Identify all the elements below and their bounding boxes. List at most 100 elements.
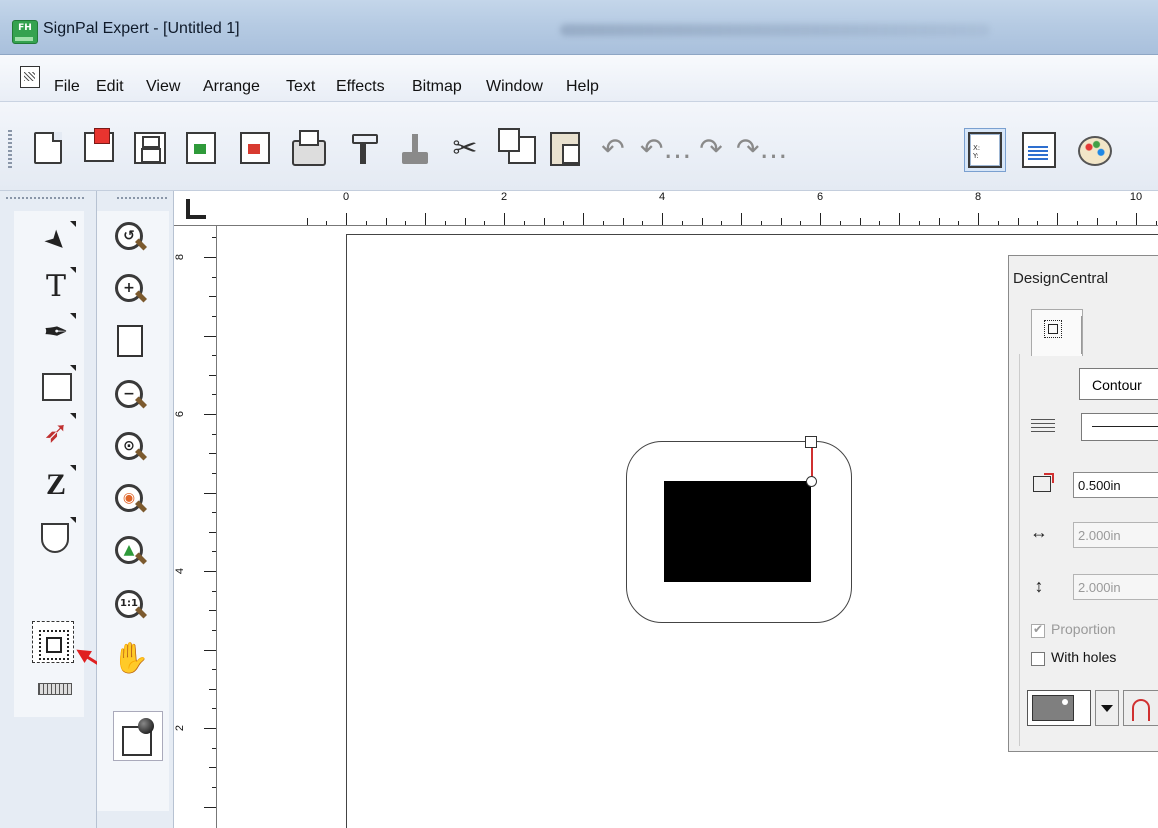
ruler-tick [1155,221,1157,225]
document-menu-icon[interactable] [20,66,40,88]
open-icon[interactable] [84,128,114,162]
redo-icon[interactable]: ↷ [694,132,728,166]
ruler-tick [212,551,216,553]
redo-multiple-icon[interactable]: ↷… [736,132,787,166]
tool-column-grip[interactable] [6,197,86,199]
with-holes-checkbox[interactable] [1031,652,1045,666]
zoom-object-icon[interactable]: ▲ [111,533,151,573]
ruler-tick [1136,213,1137,225]
zoom-in-icon[interactable]: + [111,271,151,311]
ruler-tick [212,669,216,671]
proportional-label: Proportion [1051,621,1116,637]
ruler-tick [583,213,584,225]
copy-icon[interactable] [498,128,536,164]
app-icon: FH [12,20,38,44]
zoom-page-icon[interactable] [111,321,151,361]
contour-mode-dropdown[interactable]: Contour [1079,368,1158,400]
zoom-all-icon[interactable]: ⊙ [111,429,151,469]
zoom-out-icon[interactable]: − [111,377,151,417]
selected-rectangle[interactable] [664,481,811,582]
ruler-tick [209,610,216,612]
vertical-ruler[interactable]: 8 6 4 2 [174,226,217,828]
ruler-tick [212,237,216,239]
ruler-label: 6 [174,410,187,418]
ruler-label: 2 [174,724,187,732]
main-toolbar: ✂ ↶ ↶… ↷ ↷… [0,102,1158,191]
contour-color-swatch[interactable] [1027,690,1091,726]
xyz-icon[interactable] [968,132,1002,168]
paste-icon[interactable] [550,132,580,166]
menu-view[interactable]: View [146,78,180,96]
save-icon[interactable] [134,132,166,164]
menu-help[interactable]: Help [566,78,599,96]
zigzag-icon[interactable]: Z [36,465,76,505]
ruler-tick [681,221,683,225]
ruler-tick [1116,221,1118,225]
menu-bar: File Edit View Arrange Text Effects Bitm… [0,55,1158,102]
ruler-tick [721,221,723,225]
menu-arrange[interactable]: Arrange [203,78,260,96]
import-icon[interactable] [186,132,216,164]
toolbar-grip[interactable] [8,130,12,170]
list-icon[interactable] [1022,132,1056,168]
contour-tool-icon[interactable] [32,621,74,663]
palette-icon[interactable] [1078,136,1112,166]
ruler-tick [209,688,216,690]
undo-multiple-icon[interactable]: ↶… [640,132,691,166]
print-icon[interactable] [292,130,326,166]
ruler-icon[interactable] [34,669,74,709]
offset-icon [1033,473,1054,492]
ruler-tick [209,374,216,376]
menu-bitmap[interactable]: Bitmap [412,78,462,96]
zoom-selection-icon[interactable]: ◉ [111,481,151,521]
ruler-tick [204,649,216,651]
ruler-tick [701,218,703,225]
ruler-tick [444,221,446,225]
pan-hand-icon[interactable]: ✋ [111,639,151,679]
horizontal-ruler[interactable]: 0 2 4 6 8 10 [174,191,1158,226]
ruler-tick [899,213,900,225]
cut-icon[interactable] [352,132,378,166]
undo-icon[interactable]: ↶ [596,132,630,166]
proportional-checkbox [1031,622,1045,638]
ruler-tick [212,590,216,592]
rectangle-icon[interactable] [36,365,76,405]
new-icon[interactable] [34,132,62,164]
design-central-panel: DesignCentral Contour 0.500in ↔ 2.000in … [1008,255,1158,752]
scissors-icon[interactable]: ✂ [448,132,482,166]
ruler-tick [212,355,216,357]
contour-tab[interactable] [1031,309,1083,356]
ruler-tick [212,512,216,514]
zoom-previous-icon[interactable]: ↺ [111,219,151,259]
menu-edit[interactable]: Edit [96,78,124,96]
color-dropdown-button[interactable] [1095,690,1119,726]
line-style-dropdown[interactable] [1081,413,1158,441]
menu-file[interactable]: File [54,78,80,96]
ruler-label: 8 [174,253,187,261]
select-icon[interactable]: ➤ [36,221,76,261]
zoom-actual-icon[interactable]: 1:1 [111,587,151,627]
menu-text[interactable]: Text [286,78,315,96]
menu-effects[interactable]: Effects [336,78,385,96]
ruler-tick [958,221,960,225]
export-icon[interactable] [240,132,270,164]
shape-icon[interactable] [36,517,76,557]
fill-stroke-icon[interactable] [113,711,163,761]
ruler-tick [212,276,216,278]
ruler-tick [820,213,821,225]
ruler-label: 0 [342,191,350,203]
pen-icon[interactable]: ✒ [36,313,76,353]
offset-field[interactable]: 0.500in [1073,472,1158,498]
contour-offset-handle[interactable] [805,436,817,448]
node-edit-icon[interactable]: ➶ [36,413,76,453]
text-icon[interactable]: T [36,267,76,307]
tool-column-grip[interactable] [117,197,167,199]
menu-window[interactable]: Window [486,78,543,96]
ruler-tick [997,221,999,225]
corner-node-handle[interactable] [806,476,817,487]
ruler-origin-icon[interactable] [176,193,214,223]
plot-icon[interactable] [402,132,428,166]
corner-style-button[interactable] [1123,690,1158,726]
ruler-tick [918,221,920,225]
ruler-tick [543,218,545,225]
